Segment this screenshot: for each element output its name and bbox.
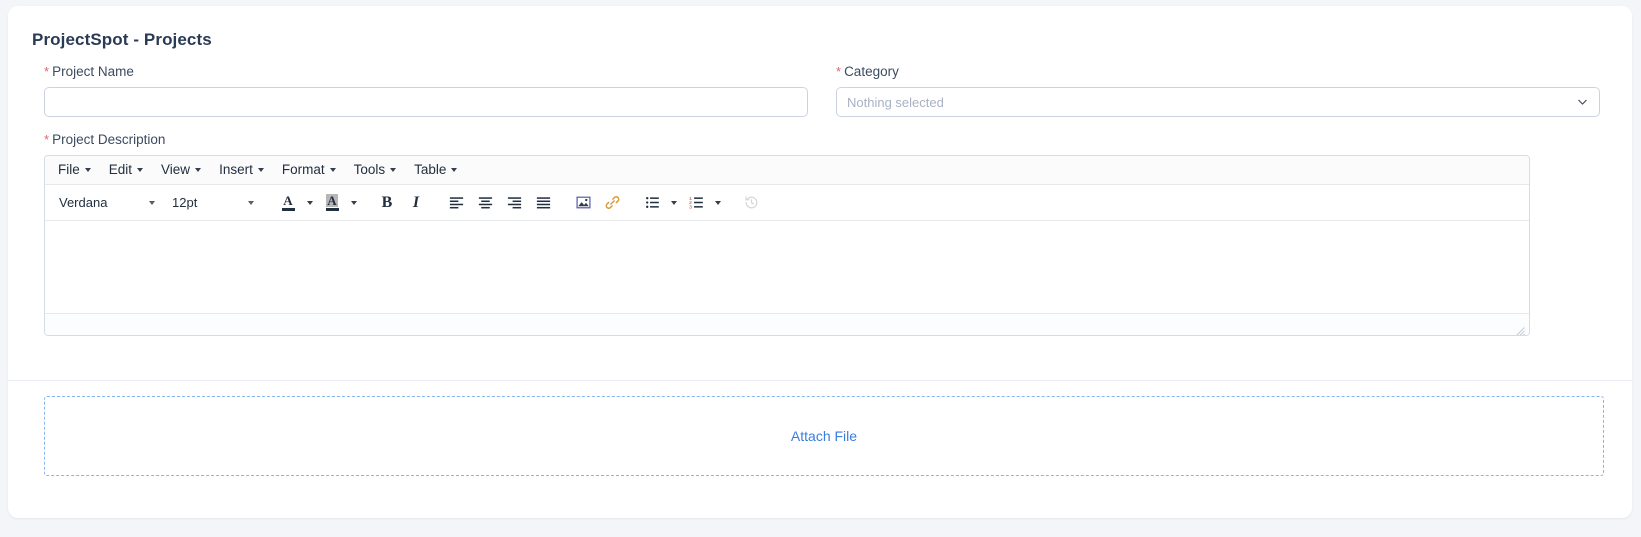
category-label-text: Category [844, 64, 899, 79]
link-icon[interactable] [598, 190, 626, 216]
text-color-letter: A [283, 193, 293, 208]
text-color-control[interactable]: A [274, 190, 317, 216]
background-color-control[interactable]: A [318, 190, 361, 216]
font-family-select[interactable]: Verdana [51, 190, 163, 216]
numbered-list-icon[interactable]: 123 [682, 190, 710, 216]
required-asterisk: * [44, 132, 50, 147]
field-category: * Category Nothing selected [836, 64, 1600, 117]
menu-tools-label: Tools [353, 162, 386, 177]
menu-file-label: File [58, 162, 80, 177]
chevron-down-icon[interactable] [346, 190, 361, 216]
section-divider [8, 380, 1632, 381]
image-icon[interactable] [569, 190, 597, 216]
font-size-select[interactable]: 12pt [164, 190, 262, 216]
required-asterisk: * [44, 64, 50, 79]
menu-format[interactable]: Format [273, 159, 345, 181]
menu-view[interactable]: View [152, 159, 210, 181]
chevron-down-icon [390, 168, 397, 172]
chevron-down-icon[interactable] [710, 190, 725, 216]
chevron-down-icon[interactable] [666, 190, 681, 216]
category-select[interactable]: Nothing selected [836, 87, 1600, 117]
background-color-swatch [325, 208, 339, 211]
background-color-icon[interactable]: A [318, 190, 346, 216]
bold-icon[interactable]: B [373, 190, 401, 216]
chevron-down-icon [257, 168, 264, 172]
align-justify-icon[interactable] [529, 190, 557, 216]
menu-edit-label: Edit [108, 162, 133, 177]
category-selected-value: Nothing selected [847, 94, 944, 110]
menu-insert-label: Insert [219, 162, 253, 177]
rich-text-editor: File Edit View Insert Format Tools Table… [44, 155, 1530, 336]
required-asterisk: * [836, 64, 842, 79]
text-color-swatch [281, 208, 295, 211]
text-color-icon[interactable]: A [274, 190, 302, 216]
chevron-down-icon [329, 168, 336, 172]
chevron-down-icon [137, 168, 144, 172]
align-left-icon[interactable] [442, 190, 470, 216]
resize-handle-icon[interactable] [1516, 323, 1525, 335]
menu-format-label: Format [281, 162, 325, 177]
restore-draft-icon[interactable] [737, 190, 765, 216]
project-name-label: * Project Name [44, 64, 808, 80]
chevron-down-icon [248, 200, 254, 205]
menu-file[interactable]: File [49, 159, 100, 181]
menu-tools[interactable]: Tools [345, 159, 406, 181]
svg-text:3: 3 [689, 205, 692, 211]
align-center-icon[interactable] [471, 190, 499, 216]
chevron-down-icon [1577, 97, 1588, 108]
project-description-label-text: Project Description [52, 132, 166, 147]
background-color-letter: A [326, 193, 338, 208]
align-right-icon[interactable] [500, 190, 528, 216]
form-top-row: * Project Name * Category Nothing selected [44, 64, 1600, 117]
attach-file-link[interactable]: Attach File [791, 428, 857, 444]
project-description-section: * Project Description File Edit View Ins… [44, 132, 1530, 336]
attach-file-dropzone[interactable]: Attach File [44, 396, 1604, 476]
editor-statusbar [45, 313, 1529, 335]
numbered-list-control[interactable]: 123 [682, 190, 725, 216]
chevron-down-icon[interactable] [302, 190, 317, 216]
italic-icon[interactable]: I [402, 190, 430, 216]
chevron-down-icon [451, 168, 458, 172]
editor-content-area[interactable] [45, 221, 1529, 313]
bullet-list-icon[interactable] [638, 190, 666, 216]
menu-insert[interactable]: Insert [210, 159, 273, 181]
page-title: ProjectSpot - Projects [32, 30, 212, 49]
menu-table-label: Table [414, 162, 447, 177]
project-description-label: * Project Description [44, 132, 1530, 148]
project-name-label-text: Project Name [52, 64, 134, 79]
category-label: * Category [836, 64, 1600, 80]
project-name-input[interactable] [44, 87, 808, 117]
font-size-value: 12pt [172, 195, 198, 210]
chevron-down-icon [84, 168, 91, 172]
bullet-list-control[interactable] [638, 190, 681, 216]
editor-menubar: File Edit View Insert Format Tools Table [45, 156, 1529, 185]
menu-table[interactable]: Table [405, 159, 466, 181]
chevron-down-icon [149, 200, 155, 205]
font-family-value: Verdana [59, 195, 108, 210]
editor-toolbar: Verdana 12pt A A B I 1 2 3 [45, 185, 1529, 221]
projects-form-card: ProjectSpot - Projects * Project Name * Ca… [8, 6, 1632, 518]
menu-edit[interactable]: Edit [100, 159, 152, 181]
chevron-down-icon [195, 168, 202, 172]
menu-view-label: View [161, 162, 191, 177]
field-project-name: * Project Name [44, 64, 808, 117]
